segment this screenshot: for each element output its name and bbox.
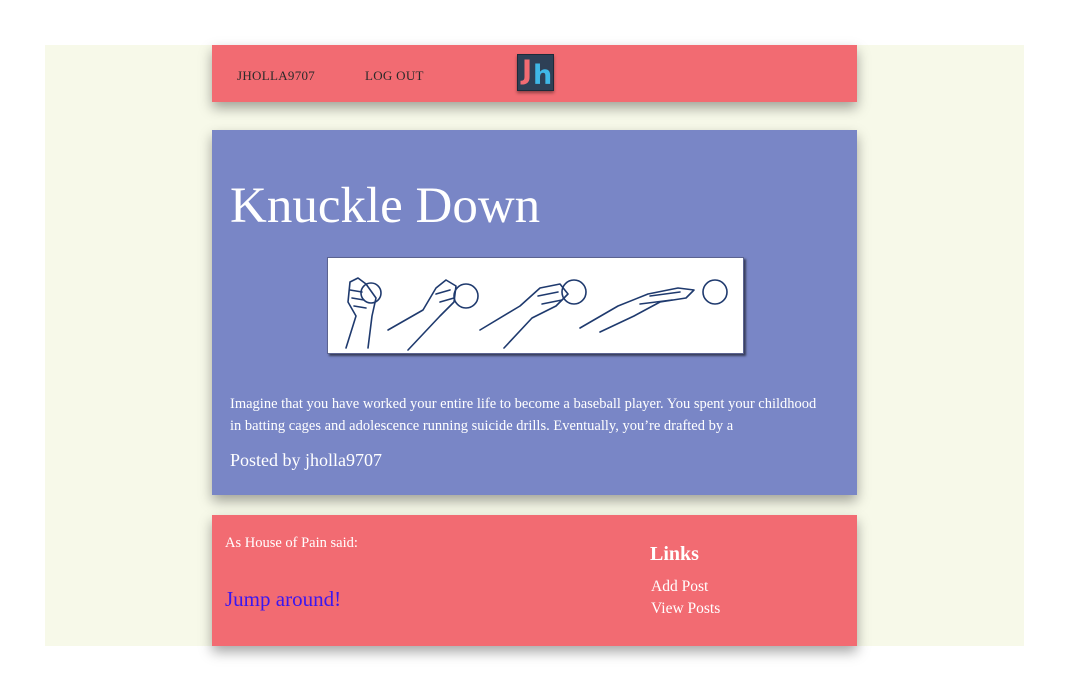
view-posts-link[interactable]: View Posts <box>651 600 720 618</box>
jump-around-link[interactable]: Jump around! <box>225 587 341 612</box>
hand-icon <box>479 283 569 349</box>
username-link[interactable]: JHOLLA9707 <box>237 68 315 84</box>
logout-link[interactable]: LOG OUT <box>365 68 424 84</box>
footer-card: As House of Pain said: Jump around! Link… <box>212 515 857 646</box>
ball-icon <box>702 279 728 305</box>
links-heading: Links <box>650 543 699 565</box>
knuckleball-grip-illustration <box>327 257 744 354</box>
site-logo[interactable]: J h <box>517 54 554 91</box>
logo-letter-h: h <box>533 60 553 91</box>
knuckleball-grip-drawing <box>345 277 728 351</box>
post-author: Posted by jholla9707 <box>230 450 382 470</box>
hand-icon <box>345 277 377 349</box>
logo-letter-j: J <box>522 55 533 86</box>
post-excerpt: Imagine that you have worked your entire… <box>230 396 817 434</box>
post-card: Knuckle Down Imagine that you have worke… <box>212 130 857 495</box>
post-title[interactable]: Knuckle Down <box>230 174 540 238</box>
top-navbar: JHOLLA9707 LOG OUT J h <box>212 45 857 102</box>
ball-icon <box>453 283 479 309</box>
hand-icon <box>579 287 695 333</box>
quote-intro: As House of Pain said: <box>225 535 358 551</box>
add-post-link[interactable]: Add Post <box>651 578 708 596</box>
